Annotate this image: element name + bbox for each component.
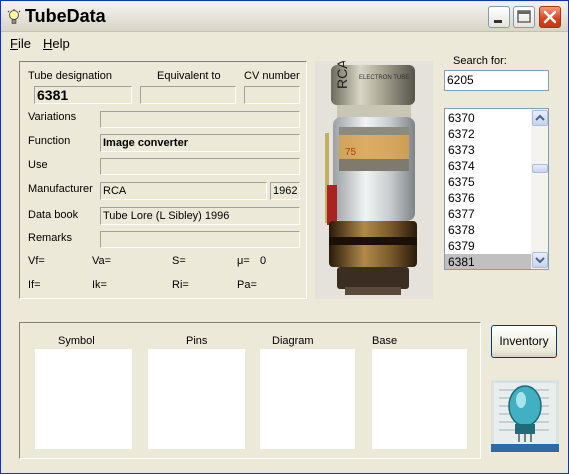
equivalent-field[interactable]: [140, 86, 236, 104]
scroll-down-button[interactable]: [532, 252, 548, 268]
cv-number-field[interactable]: [244, 86, 300, 104]
scroll-thumb[interactable]: [532, 164, 548, 173]
remarks-label: Remarks: [28, 232, 73, 244]
list-item[interactable]: 6370: [445, 110, 533, 126]
close-button[interactable]: [539, 6, 561, 28]
remarks-field[interactable]: [100, 231, 300, 248]
equivalent-label: Equivalent to: [157, 70, 221, 82]
menu-bar: File Help: [1, 32, 568, 54]
tube-designation-field[interactable]: 6381: [34, 86, 132, 104]
mu-label: μ=: [237, 255, 250, 267]
inventory-button[interactable]: Inventory: [491, 325, 557, 358]
results-scrollbar[interactable]: [531, 109, 548, 269]
list-item[interactable]: 6375: [445, 174, 533, 190]
list-item[interactable]: 6373: [445, 142, 533, 158]
search-input[interactable]: 6205: [444, 70, 549, 91]
ik-label: Ik=: [92, 279, 107, 291]
diagram-label: Diagram: [272, 335, 314, 347]
base-label: Base: [372, 335, 398, 347]
pa-label: Pa=: [237, 279, 257, 291]
svg-text:75: 75: [345, 147, 357, 158]
maximize-icon: [517, 10, 531, 23]
scroll-up-button[interactable]: [532, 110, 548, 126]
menu-file[interactable]: File: [10, 36, 31, 51]
function-field[interactable]: Image converter: [100, 134, 300, 152]
menu-help[interactable]: Help: [43, 36, 70, 51]
list-item[interactable]: 6377: [445, 206, 533, 222]
app-window: TubeData File Help Tube designation Equi…: [0, 0, 569, 474]
window-title: TubeData: [25, 6, 106, 26]
minimize-button[interactable]: [488, 6, 510, 28]
vf-label: Vf=: [28, 255, 45, 267]
list-item[interactable]: 6372: [445, 126, 533, 142]
use-field[interactable]: [100, 158, 300, 175]
search-label: Search for:: [453, 55, 507, 67]
minimize-icon: [494, 20, 502, 23]
symbol-image: [35, 349, 132, 449]
tube-label-text: ELECTRON TUBE: [359, 75, 409, 81]
close-icon: [543, 10, 557, 24]
manufacturer-field[interactable]: RCA: [100, 182, 267, 200]
tube-photo: RCA ELECTRON TUBE 75: [315, 61, 433, 299]
base-image: [372, 349, 467, 449]
cv-number-label: CV number: [244, 70, 300, 82]
list-item[interactable]: 6374: [445, 158, 533, 174]
variations-label: Variations: [28, 111, 77, 123]
list-item-selected[interactable]: 6381: [445, 254, 533, 269]
tube-brand-text: RCA: [334, 61, 350, 89]
diagram-image: [260, 349, 355, 449]
manufacturer-label: Manufacturer: [28, 183, 93, 195]
title-bar[interactable]: TubeData: [1, 1, 568, 32]
if-label: If=: [28, 279, 41, 291]
maximize-button[interactable]: [513, 6, 535, 28]
s-label: S=: [172, 255, 186, 267]
function-label: Function: [28, 135, 71, 147]
chevron-up-icon: [535, 114, 545, 121]
mu-value: 0: [260, 255, 267, 267]
lightbulb-icon: [7, 9, 21, 24]
list-item[interactable]: 6378: [445, 222, 533, 238]
use-label: Use: [28, 159, 48, 171]
pins-label: Pins: [186, 335, 208, 347]
tube-designation-label: Tube designation: [28, 70, 112, 82]
va-label: Va=: [92, 255, 112, 267]
variations-field[interactable]: [100, 111, 300, 128]
results-list[interactable]: 6370 6372 6373 6374 6375 6376 6377 6378 …: [444, 108, 549, 270]
pins-image: [148, 349, 245, 449]
chevron-down-icon: [535, 257, 545, 264]
tube-logo: [491, 380, 559, 452]
symbol-label: Symbol: [58, 335, 95, 347]
databook-label: Data book: [28, 209, 79, 221]
list-item[interactable]: 6376: [445, 190, 533, 206]
list-item[interactable]: 6379: [445, 238, 533, 254]
ri-label: Ri=: [172, 279, 189, 291]
databook-field[interactable]: Tube Lore (L Sibley) 1996: [100, 207, 300, 225]
year-field[interactable]: 1962: [270, 182, 300, 200]
